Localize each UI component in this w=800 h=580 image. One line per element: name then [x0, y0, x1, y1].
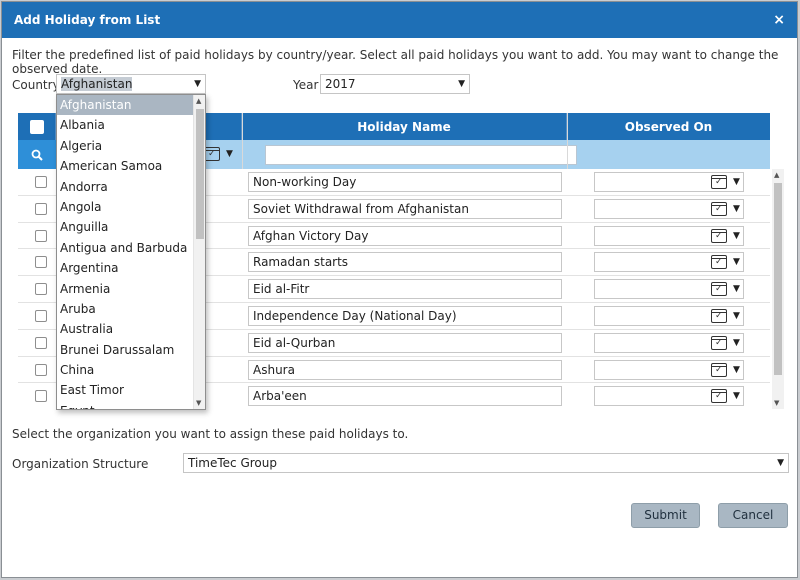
- submit-button[interactable]: Submit: [631, 503, 700, 528]
- holiday-name-field[interactable]: Arba'een: [248, 386, 562, 407]
- country-option[interactable]: Egypt: [57, 401, 205, 409]
- chevron-down-icon[interactable]: ▼: [733, 177, 740, 187]
- calendar-icon[interactable]: [711, 389, 727, 404]
- year-label: Year: [293, 78, 319, 92]
- country-option[interactable]: Argentina: [57, 258, 205, 278]
- chevron-down-icon[interactable]: ▼: [733, 231, 740, 241]
- row-checkbox[interactable]: [35, 176, 47, 188]
- holiday-name-field[interactable]: Ramadan starts: [248, 252, 562, 273]
- row-checkbox[interactable]: [35, 283, 47, 296]
- country-label: Country: [12, 78, 60, 92]
- calendar-icon[interactable]: [711, 308, 727, 323]
- organization-prompt: Select the organization you want to assi…: [12, 427, 409, 441]
- calendar-icon[interactable]: [204, 147, 220, 161]
- row-checkbox[interactable]: [35, 336, 47, 349]
- close-icon[interactable]: ×: [773, 12, 785, 28]
- country-option[interactable]: Angola: [57, 197, 205, 217]
- calendar-icon[interactable]: [711, 201, 727, 216]
- country-option[interactable]: China: [57, 360, 205, 380]
- dialog-title: Add Holiday from List: [14, 13, 161, 27]
- country-option[interactable]: Afghanistan: [57, 95, 205, 116]
- observed-on-field[interactable]: ▼: [594, 332, 744, 353]
- chevron-down-icon[interactable]: ▼: [733, 257, 740, 267]
- country-option[interactable]: Anguilla: [57, 217, 205, 237]
- chevron-down-icon: ▼: [194, 79, 201, 89]
- country-select-value: Afghanistan: [61, 77, 133, 91]
- chevron-down-icon[interactable]: ▼: [226, 149, 233, 159]
- chevron-down-icon[interactable]: ▼: [733, 284, 740, 294]
- select-all-cell: [18, 113, 56, 140]
- year-select-value: 2017: [325, 77, 356, 91]
- chevron-down-icon[interactable]: ▼: [733, 204, 740, 214]
- holiday-name-filter-input[interactable]: [265, 145, 577, 165]
- holiday-name-field[interactable]: Afghan Victory Day: [248, 225, 562, 246]
- country-option[interactable]: American Samoa: [57, 156, 205, 176]
- select-all-checkbox[interactable]: [29, 119, 44, 134]
- column-header-holiday-name[interactable]: Holiday Name: [242, 113, 567, 140]
- scroll-down-icon[interactable]: ▼: [196, 399, 201, 407]
- country-option[interactable]: East Timor: [57, 380, 205, 400]
- observed-on-field[interactable]: ▼: [594, 386, 744, 407]
- scroll-down-icon[interactable]: ▼: [774, 399, 779, 407]
- chevron-down-icon[interactable]: ▼: [733, 391, 740, 401]
- chevron-down-icon: ▼: [777, 458, 784, 468]
- table-scrollbar[interactable]: ▲ ▼: [772, 169, 784, 409]
- country-option[interactable]: Armenia: [57, 279, 205, 299]
- country-option[interactable]: Australia: [57, 319, 205, 339]
- organization-structure-label: Organization Structure: [12, 457, 149, 471]
- country-option[interactable]: Andorra: [57, 177, 205, 197]
- holiday-name-field[interactable]: Eid al-Fitr: [248, 279, 562, 300]
- observed-on-field[interactable]: ▼: [594, 225, 744, 246]
- holiday-name-field[interactable]: Soviet Withdrawal from Afghanistan: [248, 198, 562, 219]
- country-option[interactable]: Brunei Darussalam: [57, 340, 205, 360]
- chevron-down-icon[interactable]: ▼: [733, 365, 740, 375]
- instruction-text: Filter the predefined list of paid holid…: [12, 48, 779, 76]
- observed-on-field[interactable]: ▼: [594, 172, 744, 192]
- table-scrollbar-thumb[interactable]: [774, 183, 782, 375]
- add-holiday-dialog: Add Holiday from List × Filter the prede…: [1, 1, 798, 578]
- search-icon[interactable]: [18, 140, 56, 169]
- row-checkbox[interactable]: [35, 229, 47, 242]
- row-checkbox[interactable]: [35, 390, 47, 403]
- column-header-observed-on[interactable]: Observed On: [567, 113, 770, 140]
- calendar-icon[interactable]: [711, 335, 727, 350]
- observed-on-field[interactable]: ▼: [594, 359, 744, 380]
- calendar-icon[interactable]: [711, 228, 727, 243]
- observed-on-field[interactable]: ▼: [594, 305, 744, 326]
- country-select[interactable]: Afghanistan ▼: [56, 74, 206, 94]
- holiday-name-field[interactable]: Non-working Day: [248, 172, 562, 192]
- calendar-icon[interactable]: [711, 255, 727, 270]
- dialog-titlebar: Add Holiday from List ×: [2, 2, 797, 38]
- calendar-icon[interactable]: [711, 282, 727, 297]
- row-checkbox[interactable]: [35, 202, 47, 215]
- year-select[interactable]: 2017 ▼: [320, 74, 470, 94]
- country-option[interactable]: Aruba: [57, 299, 205, 319]
- country-option[interactable]: Albania: [57, 115, 205, 135]
- scroll-up-icon[interactable]: ▲: [774, 171, 779, 179]
- calendar-icon[interactable]: [711, 362, 727, 377]
- observed-on-field[interactable]: ▼: [594, 198, 744, 219]
- observed-on-field[interactable]: ▼: [594, 279, 744, 300]
- observed-on-field[interactable]: ▼: [594, 252, 744, 273]
- chevron-down-icon[interactable]: ▼: [733, 338, 740, 348]
- organization-structure-select[interactable]: TimeTec Group ▼: [183, 453, 789, 473]
- holiday-name-field[interactable]: Ashura: [248, 359, 562, 380]
- scroll-up-icon[interactable]: ▲: [196, 97, 201, 105]
- holiday-name-field[interactable]: Independence Day (National Day): [248, 305, 562, 326]
- dropdown-scrollbar[interactable]: ▲ ▼: [193, 95, 205, 409]
- country-dropdown-list: Afghanistan Albania Algeria American Sam…: [56, 94, 206, 410]
- chevron-down-icon: ▼: [458, 79, 465, 89]
- cancel-button[interactable]: Cancel: [718, 503, 788, 528]
- chevron-down-icon[interactable]: ▼: [733, 311, 740, 321]
- country-option[interactable]: Algeria: [57, 136, 205, 156]
- organization-structure-value: TimeTec Group: [188, 456, 277, 470]
- dropdown-scrollbar-thumb[interactable]: [196, 109, 204, 239]
- calendar-icon[interactable]: [711, 175, 727, 189]
- row-checkbox[interactable]: [35, 256, 47, 269]
- holiday-name-field[interactable]: Eid al-Qurban: [248, 332, 562, 353]
- row-checkbox[interactable]: [35, 309, 47, 322]
- country-option[interactable]: Antigua and Barbuda: [57, 238, 205, 258]
- row-checkbox[interactable]: [35, 363, 47, 376]
